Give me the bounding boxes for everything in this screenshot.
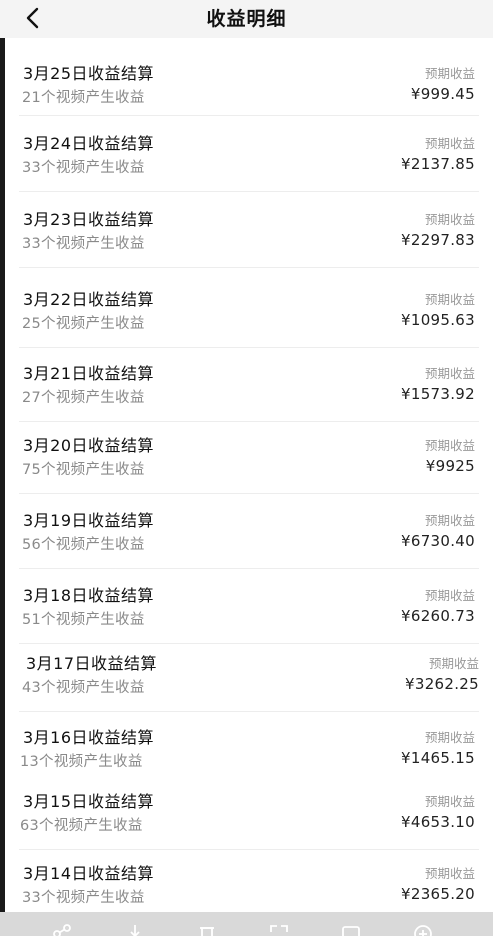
expected-earnings-label: 预期收益 xyxy=(424,866,475,881)
earnings-detail-screen: 收益明细 3月25日收益结算 21个视频产生收益 预期收益 ¥999.45 3月… xyxy=(0,0,493,936)
video-count: 13个视频产生收益 xyxy=(20,754,143,770)
video-count: 75个视频产生收益 xyxy=(22,462,145,478)
list-item[interactable]: 3月19日收益结算 56个视频产生收益 预期收益 ¥6730.40 xyxy=(5,499,493,569)
settlement-date: 3月16日收益结算 xyxy=(23,728,155,747)
expected-earnings-amount: ¥6730.40 xyxy=(401,532,475,550)
add-icon[interactable] xyxy=(413,924,433,936)
settlement-date: 3月25日收益结算 xyxy=(23,64,155,83)
list-item[interactable]: 3月16日收益结算 13个视频产生收益 预期收益 ¥1465.15 xyxy=(5,716,493,782)
video-count: 63个视频产生收益 xyxy=(20,818,143,834)
expected-earnings-label: 预期收益 xyxy=(428,656,479,671)
list-item[interactable]: 3月18日收益结算 51个视频产生收益 预期收益 ¥6260.73 xyxy=(5,574,493,644)
list-item[interactable]: 3月21日收益结算 27个视频产生收益 预期收益 ¥1573.92 xyxy=(5,352,493,422)
settlement-date: 3月17日收益结算 xyxy=(26,654,158,673)
page-title: 收益明细 xyxy=(206,8,287,30)
expected-earnings-label: 预期收益 xyxy=(424,588,475,603)
expected-earnings-label: 预期收益 xyxy=(424,66,475,81)
download-icon[interactable] xyxy=(125,924,145,936)
settlement-date: 3月22日收益结算 xyxy=(23,290,155,309)
share-icon[interactable] xyxy=(52,924,72,936)
settlement-date: 3月18日收益结算 xyxy=(23,586,155,605)
scan-icon[interactable] xyxy=(269,924,289,936)
video-count: 33个视频产生收益 xyxy=(22,236,145,252)
bottom-toolbar xyxy=(0,912,493,936)
expected-earnings-amount: ¥9925 xyxy=(425,457,475,475)
row-divider xyxy=(19,711,479,712)
video-count: 33个视频产生收益 xyxy=(22,160,145,176)
image-icon[interactable] xyxy=(341,924,361,936)
expected-earnings-amount: ¥2297.83 xyxy=(401,231,475,249)
expected-earnings-label: 预期收益 xyxy=(424,136,475,151)
row-divider xyxy=(19,191,479,192)
settlement-date: 3月21日收益结算 xyxy=(23,364,155,383)
expected-earnings-label: 预期收益 xyxy=(424,212,475,227)
row-divider xyxy=(19,849,479,850)
expected-earnings-label: 预期收益 xyxy=(424,292,475,307)
expected-earnings-amount: ¥999.45 xyxy=(410,85,475,103)
list-item[interactable]: 3月14日收益结算 33个视频产生收益 预期收益 ¥2365.20 xyxy=(5,852,493,912)
expected-earnings-label: 预期收益 xyxy=(424,438,475,453)
video-count: 43个视频产生收益 xyxy=(22,680,145,696)
settlement-date: 3月19日收益结算 xyxy=(23,511,155,530)
video-count: 21个视频产生收益 xyxy=(22,90,145,106)
list-item[interactable]: 3月24日收益结算 33个视频产生收益 预期收益 ¥2137.85 xyxy=(5,122,493,192)
expected-earnings-amount: ¥1573.92 xyxy=(401,385,475,403)
list-item[interactable]: 3月22日收益结算 25个视频产生收益 预期收益 ¥1095.63 xyxy=(5,278,493,348)
list-item[interactable]: 3月23日收益结算 33个视频产生收益 预期收益 ¥2297.83 xyxy=(5,198,493,268)
settlement-date: 3月14日收益结算 xyxy=(23,864,155,883)
expected-earnings-amount: ¥6260.73 xyxy=(401,607,475,625)
row-divider xyxy=(19,493,479,494)
list-item[interactable]: 3月15日收益结算 63个视频产生收益 预期收益 ¥4653.10 xyxy=(5,780,493,850)
list-item[interactable]: 3月25日收益结算 21个视频产生收益 预期收益 ¥999.45 xyxy=(5,52,493,116)
expected-earnings-amount: ¥3262.25 xyxy=(405,675,479,693)
header-bar: 收益明细 xyxy=(0,0,493,38)
settlement-date: 3月23日收益结算 xyxy=(23,210,155,229)
expected-earnings-label: 预期收益 xyxy=(424,730,475,745)
settlement-date: 3月15日收益结算 xyxy=(23,792,155,811)
list-item[interactable]: 3月20日收益结算 75个视频产生收益 预期收益 ¥9925 xyxy=(5,424,493,494)
row-divider xyxy=(19,568,479,569)
video-count: 56个视频产生收益 xyxy=(22,537,145,553)
video-count: 27个视频产生收益 xyxy=(22,390,145,406)
settlement-date: 3月24日收益结算 xyxy=(23,134,155,153)
row-divider xyxy=(19,267,479,268)
expected-earnings-amount: ¥2365.20 xyxy=(401,885,475,903)
expected-earnings-amount: ¥1095.63 xyxy=(401,311,475,329)
row-divider xyxy=(19,347,479,348)
list-item[interactable]: 3月17日收益结算 43个视频产生收益 预期收益 ¥3262.25 xyxy=(5,642,493,712)
delete-icon[interactable] xyxy=(197,924,217,936)
expected-earnings-amount: ¥2137.85 xyxy=(401,155,475,173)
video-count: 51个视频产生收益 xyxy=(22,612,145,628)
settlement-date: 3月20日收益结算 xyxy=(23,436,155,455)
row-divider xyxy=(19,421,479,422)
video-count: 25个视频产生收益 xyxy=(22,316,145,332)
video-count: 33个视频产生收益 xyxy=(22,890,145,906)
expected-earnings-amount: ¥1465.15 xyxy=(401,749,475,767)
expected-earnings-label: 预期收益 xyxy=(424,794,475,809)
expected-earnings-label: 预期收益 xyxy=(424,366,475,381)
row-divider xyxy=(19,115,479,116)
expected-earnings-amount: ¥4653.10 xyxy=(401,813,475,831)
expected-earnings-label: 预期收益 xyxy=(424,513,475,528)
